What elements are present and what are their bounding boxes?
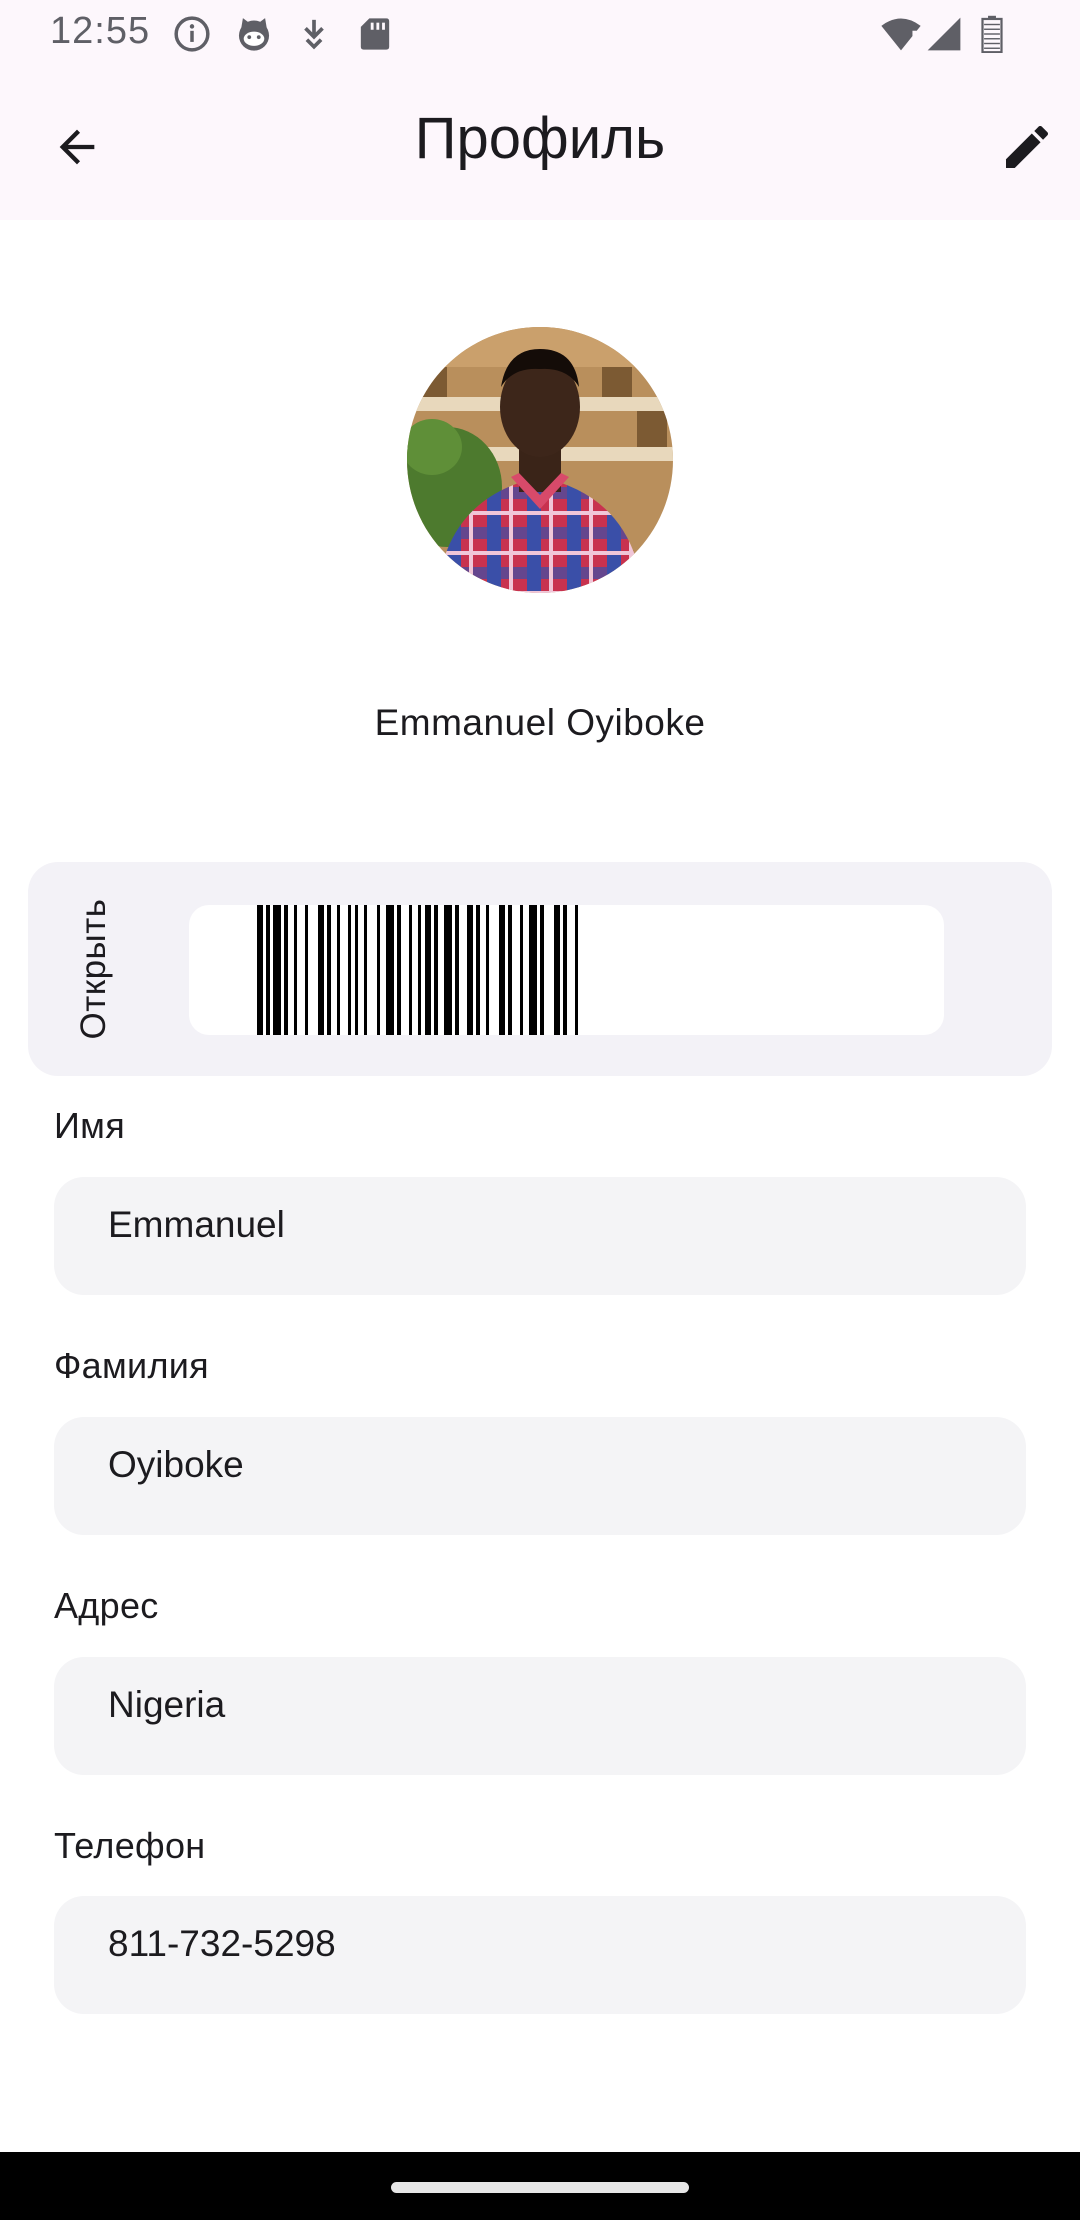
barcode-bar: [575, 905, 578, 1035]
barcode-bar: [337, 905, 340, 1035]
cat-face-icon: [234, 14, 274, 54]
navigation-bar: [0, 2152, 1080, 2220]
barcode-bar: [257, 905, 263, 1035]
info-icon: [172, 14, 212, 54]
profile-name: Emmanuel Oyiboke: [374, 702, 706, 743]
last-name-field[interactable]: [54, 1417, 1026, 1535]
barcode-bar: [563, 905, 567, 1035]
phone-label: Телефон: [54, 1825, 206, 1866]
barcode-bar: [540, 905, 544, 1035]
wifi-alert-icon: [878, 14, 924, 54]
barcode-bar: [318, 905, 324, 1035]
edit-button[interactable]: [992, 112, 1062, 182]
barcode-bar: [327, 905, 331, 1035]
avatar: [407, 327, 673, 593]
barcode-bar: [520, 905, 523, 1035]
barcode-bar: [508, 905, 512, 1035]
barcode-bar: [409, 905, 412, 1035]
barcode-bar: [486, 905, 489, 1035]
barcode-bar: [355, 905, 358, 1035]
barcode-bar: [377, 905, 380, 1035]
cell-signal-icon: [924, 14, 964, 54]
barcode-bar: [386, 905, 394, 1035]
barcode-bar: [266, 905, 270, 1035]
address-label: Адрес: [54, 1585, 159, 1626]
page-title: Профиль: [414, 106, 666, 171]
battery-icon: [972, 14, 1012, 54]
home-handle[interactable]: [391, 2182, 689, 2193]
barcode-bar: [294, 905, 297, 1035]
barcode-bar: [305, 905, 308, 1035]
first-name-label: Имя: [54, 1105, 126, 1146]
barcode-bar: [364, 905, 367, 1035]
barcode-bar: [455, 905, 459, 1035]
barcode-bar: [529, 905, 537, 1035]
barcode-bars: [257, 905, 578, 1035]
phone-field[interactable]: [54, 1896, 1026, 2014]
last-name-label: Фамилия: [54, 1345, 209, 1386]
pencil-icon: [1006, 125, 1049, 168]
barcode-bar: [284, 905, 288, 1035]
status-bar: 12:55: [0, 0, 1080, 68]
app-bar: Профиль: [0, 68, 1080, 220]
top-area: 12:55 Профиль: [0, 0, 1080, 220]
barcode-bar: [425, 905, 431, 1035]
barcode-bar: [348, 905, 351, 1035]
address-field[interactable]: [54, 1657, 1026, 1775]
barcode-bar: [397, 905, 401, 1035]
barcode-bar: [499, 905, 505, 1035]
barcode-bar: [467, 905, 473, 1035]
first-name-field[interactable]: [54, 1177, 1026, 1295]
barcode-bar: [434, 905, 438, 1035]
barcode-card[interactable]: Открыть: [28, 862, 1052, 1076]
barcode-open-label: Открыть: [74, 898, 113, 1040]
barcode-bar: [554, 905, 560, 1035]
barcode-bar: [444, 905, 452, 1035]
download-arrow-icon: [294, 14, 334, 54]
barcode-bar: [476, 905, 480, 1035]
barcode-bar: [273, 905, 281, 1035]
barcode: [189, 905, 944, 1035]
barcode-bar: [418, 905, 421, 1035]
sd-card-icon: [355, 14, 395, 54]
status-time: 12:55: [50, 10, 151, 52]
